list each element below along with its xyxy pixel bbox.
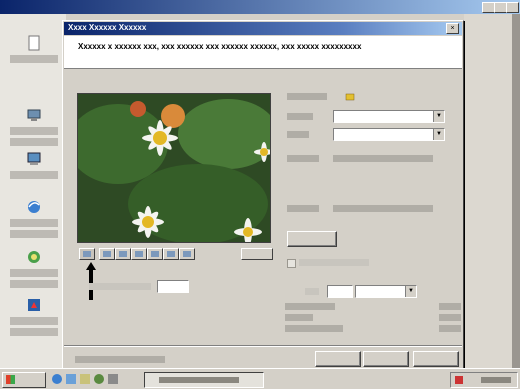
space-left-row [285, 325, 461, 335]
stop-button[interactable] [99, 248, 115, 260]
format-select[interactable]: ▼ [333, 110, 445, 123]
pause-icon [135, 251, 143, 257]
step-icon [183, 251, 191, 257]
wizard-titlebar[interactable]: Xxxx Xxxxxx Xxxxxx × [64, 22, 462, 35]
record-settings-panel: ▼ ▼ ▼ [285, 91, 455, 298]
desktop-icon-computer[interactable] [6, 150, 62, 179]
stop-icon [103, 251, 111, 257]
desktop-icon-label [10, 127, 58, 135]
computer-icon [27, 152, 41, 165]
video-device-value [333, 155, 433, 162]
desktop-icon-media[interactable] [6, 296, 62, 336]
tray-icon[interactable] [455, 376, 463, 384]
connect-icon [28, 251, 40, 263]
folder-icon[interactable] [345, 91, 355, 101]
windows-flag-icon [6, 375, 15, 384]
step-button[interactable] [179, 248, 195, 260]
cancel-button[interactable] [413, 351, 459, 367]
desktop-icon-label [10, 328, 58, 336]
footer-divider [64, 345, 462, 347]
quicklaunch-media-icon[interactable] [94, 374, 104, 384]
quality-label [287, 131, 309, 138]
record-button[interactable] [79, 248, 95, 260]
quality-select[interactable]: ▼ [333, 128, 445, 141]
wizard-instruction: Xxxxxx x xxxxxx xxx, xxx xxxxxx xxx xxxx… [78, 42, 362, 51]
close-button[interactable] [506, 2, 519, 13]
desktop-icon-new[interactable] [6, 34, 62, 63]
checkbox-label [299, 259, 369, 266]
desktop-icon-column [0, 14, 66, 368]
taskbar [0, 368, 520, 389]
quicklaunch-icon[interactable] [108, 374, 118, 384]
forward-icon [167, 251, 175, 257]
start-button[interactable] [2, 372, 46, 388]
play-button[interactable] [115, 248, 131, 260]
record-settings-label [287, 93, 327, 100]
desktop-icon-connect[interactable] [6, 248, 62, 288]
audio-device-label [287, 205, 319, 212]
background-titlebar [0, 0, 520, 14]
chevron-down-icon: ▼ [433, 129, 444, 140]
desktop-icon-label [10, 230, 58, 238]
wizard-header: Xxxxxx x xxxxxx xxx, xxx xxxxxx xxx xxxx… [64, 36, 462, 69]
duration-label [89, 283, 151, 290]
taskbar-button-label [159, 377, 239, 383]
next-button[interactable] [363, 351, 409, 367]
format-label [287, 113, 313, 120]
background-window-right-area [464, 14, 520, 368]
chevron-down-icon: ▼ [405, 286, 416, 297]
preview-size-button[interactable] [241, 248, 273, 260]
duration-field[interactable] [157, 280, 189, 293]
checkbox[interactable] [287, 259, 296, 268]
desktop-icon-label [10, 280, 58, 288]
quicklaunch-ie-icon[interactable] [52, 374, 62, 384]
forward-button[interactable] [163, 248, 179, 260]
time-unit-select[interactable]: ▼ [355, 285, 417, 298]
desktop-icon-label [10, 55, 58, 63]
desktop-icon-label [10, 138, 58, 146]
quicklaunch-folder-icon[interactable] [80, 374, 90, 384]
quicklaunch-desktop-icon[interactable] [66, 374, 76, 384]
new-item-icon [28, 35, 40, 51]
system-tray [450, 372, 518, 388]
desktop-icon-network[interactable] [6, 106, 62, 146]
preview-image [78, 94, 270, 242]
media-icon [28, 299, 40, 311]
back-button[interactable] [315, 351, 361, 367]
taskbar-button-wizard[interactable] [144, 372, 264, 388]
audio-device-value [333, 205, 433, 212]
network-icon [27, 109, 41, 121]
rewind-button[interactable] [147, 248, 163, 260]
wizard-title: Xxxx Xxxxxx Xxxxxx [68, 23, 147, 32]
camera-preview [77, 93, 271, 243]
desktop-icon-label [10, 317, 58, 325]
scrollbar[interactable] [512, 14, 520, 368]
close-icon[interactable]: × [446, 23, 459, 34]
desktop-icon-label [10, 219, 58, 227]
clock[interactable] [481, 377, 511, 383]
desktop-icon-internet[interactable] [6, 198, 62, 238]
video-device-label [287, 155, 319, 162]
chevron-down-icon: ▼ [433, 111, 444, 122]
wizard-window: Xxxx Xxxxxx Xxxxxx × Xxxxxx x xxxxxx xxx… [62, 20, 464, 370]
desktop-icon-label [10, 269, 58, 277]
desktop-icon-label [10, 171, 58, 179]
time-label [305, 288, 319, 295]
pause-button[interactable] [131, 248, 147, 260]
play-icon [119, 251, 127, 257]
record-icon [83, 251, 91, 257]
annotation-arrow-icon [86, 262, 96, 300]
rewind-icon [151, 251, 159, 257]
status-text [75, 356, 165, 363]
time-elapsed-row [285, 303, 461, 313]
time-field[interactable] [327, 285, 353, 298]
file-size-row [285, 314, 461, 324]
configure-button[interactable] [287, 231, 337, 247]
internet-explorer-icon [28, 201, 40, 213]
